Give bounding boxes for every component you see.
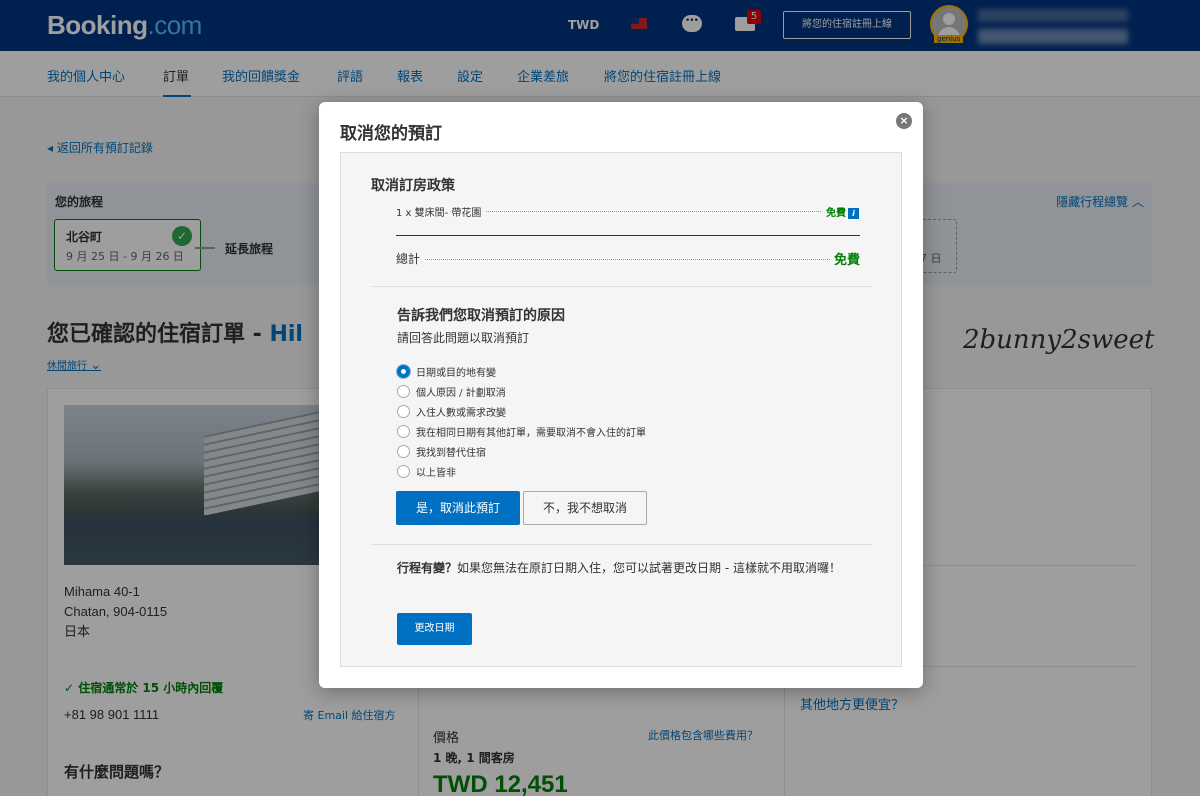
reason-title: 告訴我們您取消預訂的原因 (397, 308, 565, 324)
radio-button[interactable] (397, 444, 410, 458)
policy-room-row: 1 x 雙床間- 帶花園 免費 i (396, 204, 859, 219)
keep-booking-button[interactable]: 不，我不想取消 (523, 491, 647, 525)
total-label: 總計 (396, 250, 425, 267)
reason-option[interactable]: 日期或目的地有變 (397, 361, 646, 381)
divider (396, 235, 860, 236)
divider (371, 544, 872, 545)
modal-body: 取消訂房政策 1 x 雙床間- 帶花園 免費 i 總計 免費 告訴我們您取消預訂的… (340, 152, 902, 667)
radio-button[interactable] (397, 464, 410, 478)
dotted-leader (396, 259, 860, 260)
room-label: 1 x 雙床間- 帶花園 (396, 204, 486, 219)
cancel-booking-modal: 取消您的預訂 × 取消訂房政策 1 x 雙床間- 帶花園 免費 i 總計 免費 告… (319, 102, 923, 688)
reason-option[interactable]: 個人原因 / 計劃取消 (397, 381, 646, 401)
radio-button[interactable] (397, 384, 410, 398)
reason-option[interactable]: 我找到替代住宿 (397, 441, 646, 461)
policy-total-row: 總計 免費 (396, 249, 860, 268)
radio-button[interactable] (397, 404, 410, 418)
change-dates-button[interactable]: 更改日期 (397, 613, 472, 645)
change-dates-note: 行程有變？如果您無法在原訂日期入住，您可以試著更改日期 - 這樣就不用取消囉！ (397, 561, 841, 575)
room-fee: 免費 i (822, 204, 859, 219)
reason-subtitle: 請回答此問題以取消預訂 (397, 331, 530, 345)
close-icon[interactable]: × (896, 113, 912, 129)
radio-button[interactable] (397, 364, 410, 378)
reason-option[interactable]: 以上皆非 (397, 461, 646, 481)
reason-option[interactable]: 我在相同日期有其他訂單，需要取消不會入住的訂單 (397, 421, 646, 441)
modal-title: 取消您的預訂 (340, 124, 442, 144)
reason-option[interactable]: 入住人數或需求改變 (397, 401, 646, 421)
radio-button[interactable] (397, 424, 410, 438)
total-fee: 免費 (829, 249, 860, 268)
confirm-cancel-button[interactable]: 是，取消此預訂 (396, 491, 520, 525)
divider (371, 286, 872, 287)
cancellation-policy-title: 取消訂房政策 (371, 178, 455, 194)
info-icon[interactable]: i (848, 207, 859, 219)
reason-radio-group: 日期或目的地有變 個人原因 / 計劃取消 入住人數或需求改變 我在相同日期有其他… (397, 361, 646, 481)
